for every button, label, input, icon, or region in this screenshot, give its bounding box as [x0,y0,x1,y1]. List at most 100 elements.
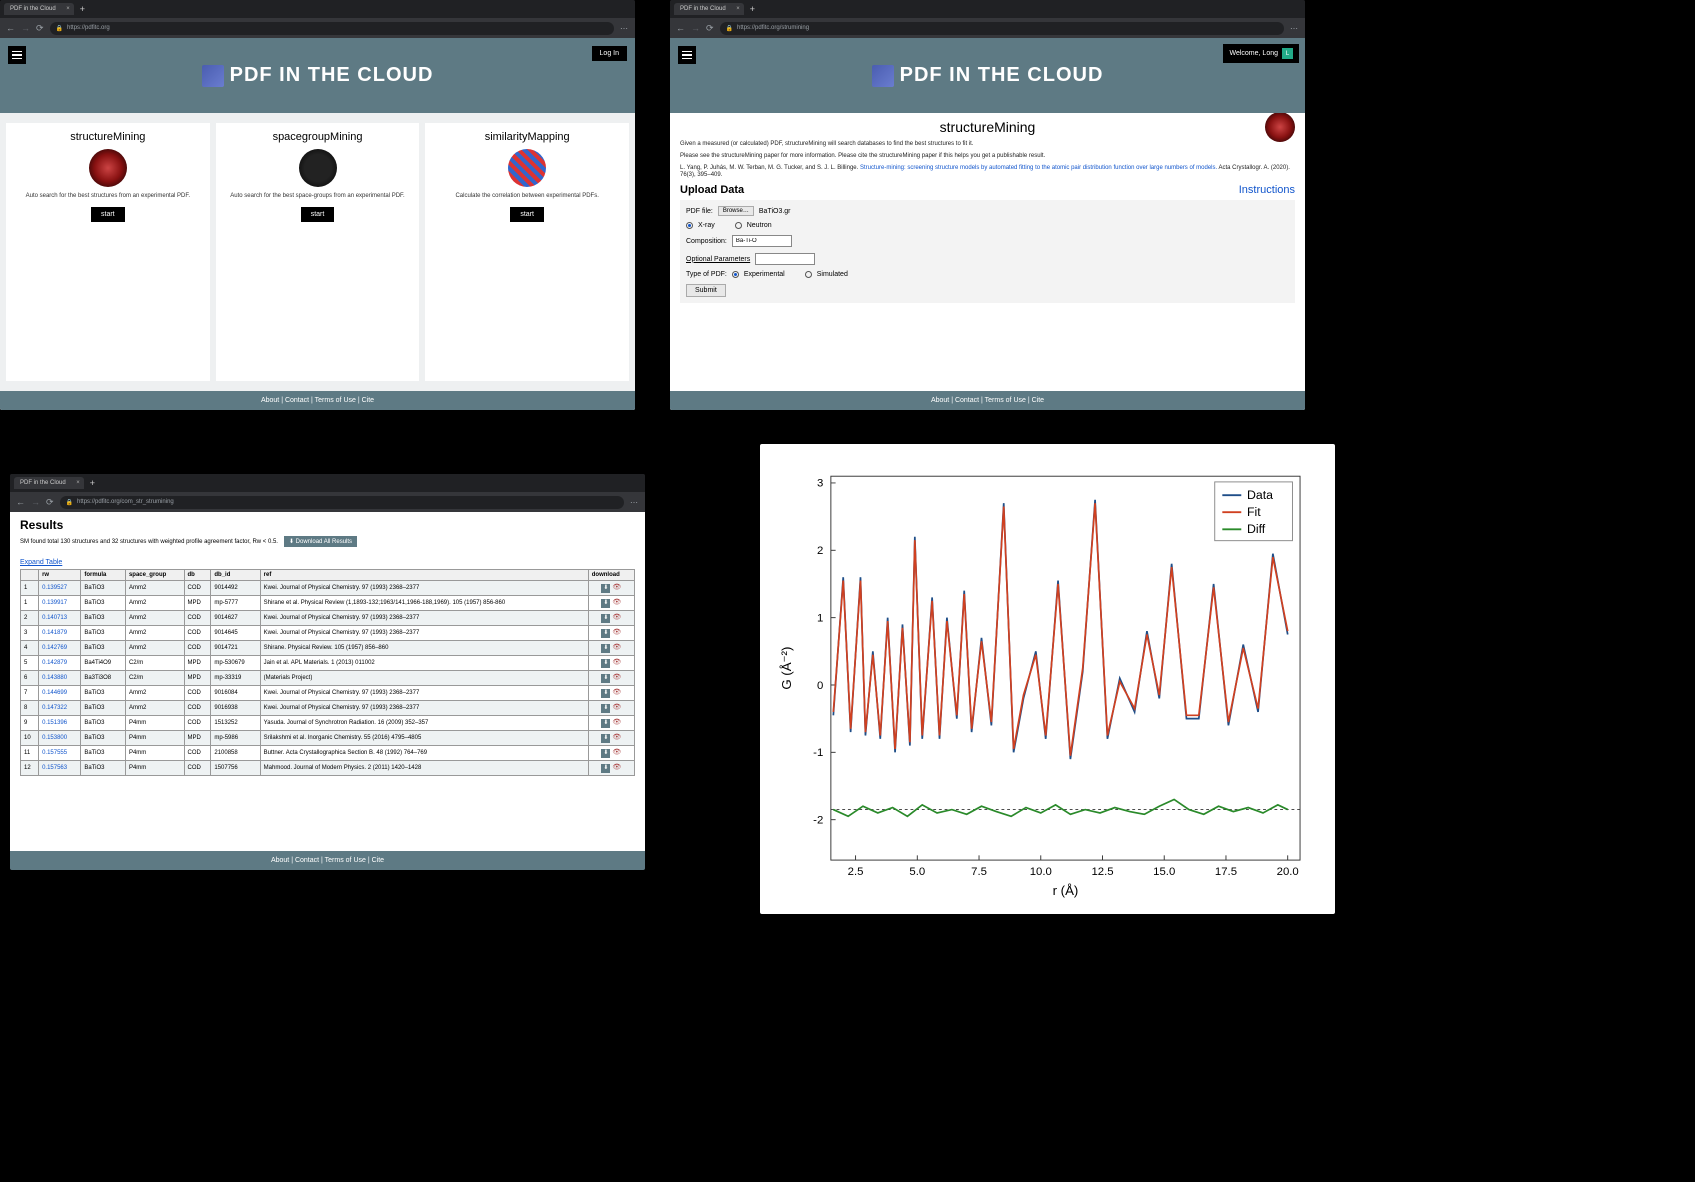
download-icon[interactable]: ⬇ [601,584,610,593]
download-icon[interactable]: ⬇ [601,644,610,653]
view-icon[interactable]: 👁 [612,644,621,651]
svg-text:2.5: 2.5 [848,866,864,878]
optional-input[interactable] [755,253,815,265]
rw-link[interactable]: 0.147322 [39,701,81,716]
spacegroup-icon [299,149,337,187]
url-field[interactable]: 🔒https://pdfitc.org/strumining [720,22,1284,35]
rw-link[interactable]: 0.142769 [39,641,81,656]
menu-icon[interactable]: ⋯ [630,498,639,507]
structure-icon [89,149,127,187]
lock-icon: 🔒 [726,25,733,32]
expand-table-link[interactable]: Expand Table [20,559,62,566]
download-icon[interactable]: ⬇ [601,764,610,773]
download-icon[interactable]: ⬇ [601,629,610,638]
view-icon[interactable]: 👁 [612,659,621,666]
radio-xray[interactable] [686,222,693,229]
download-all-button[interactable]: ⬇ Download All Results [284,536,357,547]
view-icon[interactable]: 👁 [612,629,621,636]
start-button[interactable]: start [510,207,544,222]
browser-tab[interactable]: PDF in the Cloud× [14,477,84,489]
close-icon[interactable]: × [736,6,740,12]
instructions-link[interactable]: Instructions [1239,184,1295,196]
view-icon[interactable]: 👁 [612,719,621,726]
close-icon[interactable]: × [76,480,80,486]
radio-experimental[interactable] [732,271,739,278]
download-icon[interactable]: ⬇ [601,674,610,683]
view-icon[interactable]: 👁 [612,689,621,696]
download-icon[interactable]: ⬇ [601,734,610,743]
login-button[interactable]: Log In [592,46,627,61]
submit-button[interactable]: Submit [686,284,726,297]
new-tab-button[interactable]: + [750,4,755,14]
download-icon[interactable]: ⬇ [601,719,610,728]
menu-icon[interactable]: ⋯ [620,24,629,33]
rw-link[interactable]: 0.151396 [39,716,81,731]
download-icon[interactable]: ⬇ [601,659,610,668]
rw-link[interactable]: 0.143880 [39,671,81,686]
hamburger-icon[interactable] [8,46,26,64]
col-header: db [184,570,211,581]
pdf-fit-chart: 2.55.07.510.012.515.017.520.0-2-10123r (… [774,456,1319,904]
rw-link[interactable]: 0.140713 [39,611,81,626]
table-row: 20.140713BaTiO3Amm2COD9014627Kwei. Journ… [21,611,635,626]
rw-link[interactable]: 0.139527 [39,581,81,596]
results-title: Results [20,518,635,532]
optional-params-link[interactable]: Optional Parameters [686,256,750,263]
view-icon[interactable]: 👁 [612,704,621,711]
reload-icon[interactable]: ⟳ [706,23,714,34]
back-icon[interactable]: ← [16,497,25,507]
reload-icon[interactable]: ⟳ [36,23,44,34]
rw-link[interactable]: 0.153800 [39,731,81,746]
radio-simulated[interactable] [805,271,812,278]
download-icon[interactable]: ⬇ [601,749,610,758]
download-icon[interactable]: ⬇ [601,599,610,608]
rw-link[interactable]: 0.139917 [39,596,81,611]
start-button[interactable]: start [301,207,335,222]
browser-tab[interactable]: PDF in the Cloud× [674,3,744,15]
url-field[interactable]: 🔒https://pdfitc.org [50,22,614,35]
view-icon[interactable]: 👁 [612,674,621,681]
col-header: formula [81,570,126,581]
hamburger-icon[interactable] [678,46,696,64]
view-icon[interactable]: 👁 [612,584,621,591]
mining-window: PDF in the Cloud× + ← → ⟳ 🔒https://pdfit… [670,0,1305,410]
reload-icon[interactable]: ⟳ [46,497,54,508]
view-icon[interactable]: 👁 [612,734,621,741]
composition-input[interactable] [732,235,792,247]
new-tab-button[interactable]: + [90,478,95,488]
download-icon[interactable]: ⬇ [601,704,610,713]
svg-text:20.0: 20.0 [1277,866,1299,878]
rw-link[interactable]: 0.141879 [39,626,81,641]
close-icon[interactable]: × [66,6,70,12]
radio-neutron[interactable] [735,222,742,229]
footer[interactable]: About | Contact | Terms of Use | Cite [10,851,645,870]
rw-link[interactable]: 0.157555 [39,746,81,761]
url-field[interactable]: 🔒https://pdfitc.org/com_str_strumining [60,496,624,509]
structure-icon [1265,113,1295,142]
rw-link[interactable]: 0.144699 [39,686,81,701]
view-icon[interactable]: 👁 [612,749,621,756]
download-icon[interactable]: ⬇ [601,614,610,623]
back-icon[interactable]: ← [6,23,15,33]
citation-link[interactable]: Structure-mining: screening structure mo… [860,165,1217,171]
view-icon[interactable]: 👁 [612,599,621,606]
view-icon[interactable]: 👁 [612,764,621,771]
browse-button[interactable]: Browse… [718,206,754,216]
download-icon[interactable]: ⬇ [601,689,610,698]
welcome-badge[interactable]: Welcome, LongL [1223,44,1299,63]
svg-text:2: 2 [817,545,823,557]
footer[interactable]: About | Contact | Terms of Use | Cite [670,391,1305,410]
footer[interactable]: About | Contact | Terms of Use | Cite [0,391,635,410]
menu-icon[interactable]: ⋯ [1290,24,1299,33]
table-row: 100.153800BaTiO3P4mmMPDmp-5986Srilakshmi… [21,731,635,746]
browser-tab[interactable]: PDF in the Cloud× [4,3,74,15]
back-icon[interactable]: ← [676,23,685,33]
cards-row: structureMining Auto search for the best… [0,113,635,391]
tab-strip: PDF in the Cloud× + [10,474,645,492]
new-tab-button[interactable]: + [80,4,85,14]
start-button[interactable]: start [91,207,125,222]
rw-link[interactable]: 0.142879 [39,656,81,671]
lock-icon: 🔒 [56,25,63,32]
rw-link[interactable]: 0.157563 [39,761,81,776]
view-icon[interactable]: 👁 [612,614,621,621]
